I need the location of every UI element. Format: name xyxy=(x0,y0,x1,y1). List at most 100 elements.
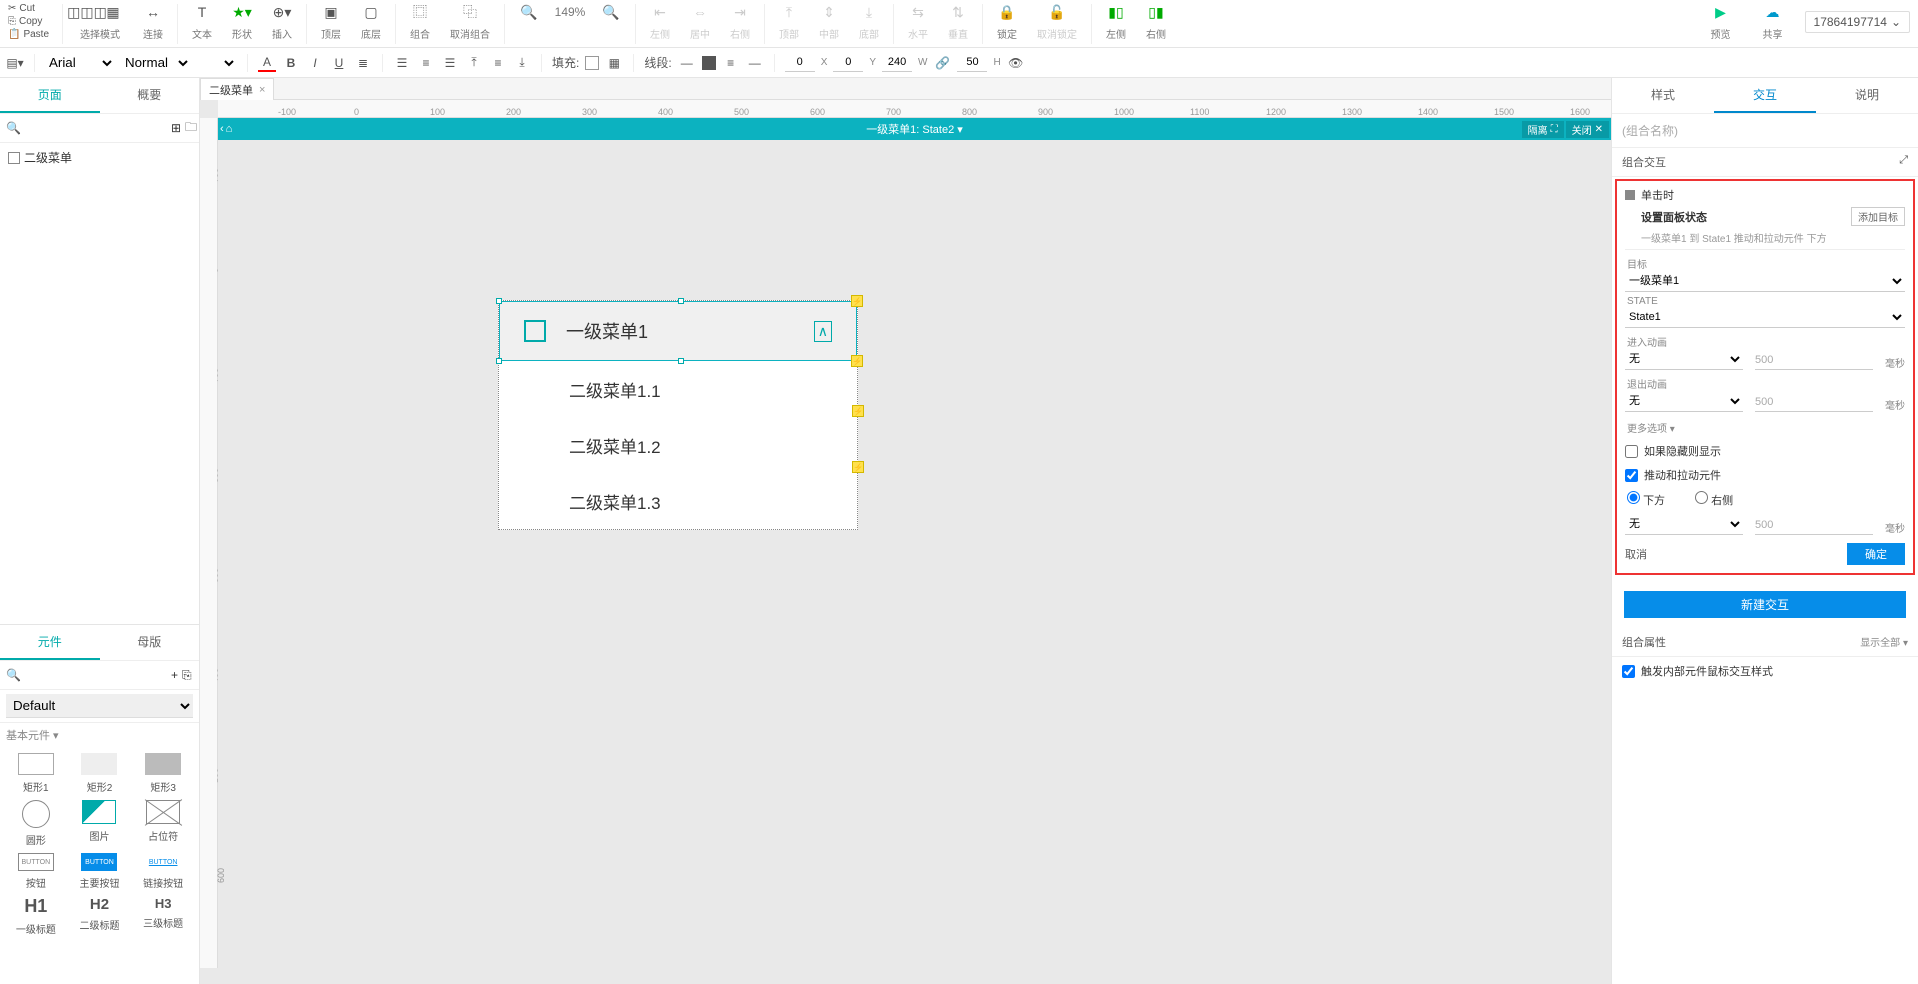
font-select[interactable]: Arial xyxy=(45,52,115,74)
close-dp-button[interactable]: 关闭 ✕ xyxy=(1566,121,1609,138)
push-ms-input[interactable] xyxy=(1755,516,1873,535)
add-lib-icon[interactable]: + xyxy=(171,666,178,684)
close-tab-icon[interactable]: × xyxy=(259,84,265,96)
zoom-value[interactable]: 149% xyxy=(545,5,595,19)
ok-button[interactable]: 确定 xyxy=(1847,543,1905,565)
bullet-icon[interactable]: ≣ xyxy=(354,54,372,72)
add-target-button[interactable]: 添加目标 xyxy=(1851,207,1905,226)
lock-icon[interactable]: 🔒 xyxy=(997,2,1017,22)
widget-ph[interactable]: 占位符 xyxy=(133,800,193,847)
line-width-icon[interactable]: ≡ xyxy=(722,54,740,72)
widget-btnP[interactable]: BUTTON主要按钮 xyxy=(70,853,130,890)
widget-img[interactable]: 图片 xyxy=(70,800,130,847)
widget-circle[interactable]: 圆形 xyxy=(6,800,66,847)
dp-title[interactable]: 一级菜单1: State2 ▾ xyxy=(866,121,963,137)
widget-h1[interactable]: H1一级标题 xyxy=(6,896,66,936)
page-surface[interactable]: 一级菜单1 ∧ ⚡ ⚡ 二级菜单1.1 二级菜单1.2⚡ 二级菜单1.3⚡ xyxy=(218,140,1611,800)
event-header[interactable]: 单击时 xyxy=(1625,187,1905,203)
tab-notes[interactable]: 说明 xyxy=(1816,78,1918,113)
more-options-toggle[interactable]: 更多选项 ▾ xyxy=(1627,420,1905,435)
select-intersect-icon[interactable]: ▦ xyxy=(103,2,123,22)
paint-format-icon[interactable]: ▤▾ xyxy=(6,54,24,72)
align-center-text-icon[interactable]: ≡ xyxy=(417,54,435,72)
tab-outline[interactable]: 概要 xyxy=(100,78,200,113)
align-left-text-icon[interactable]: ☰ xyxy=(393,54,411,72)
trigger-mouse-checkbox[interactable] xyxy=(1622,665,1635,678)
document-tab[interactable]: 二级菜单 × xyxy=(200,78,274,100)
italic-icon[interactable]: I xyxy=(306,54,324,72)
visibility-icon[interactable]: 👁 xyxy=(1007,54,1025,72)
tab-widgets[interactable]: 元件 xyxy=(0,625,100,660)
lib-settings-icon[interactable]: ⎘ xyxy=(182,666,192,684)
underline-icon[interactable]: U xyxy=(330,54,348,72)
widget-rect[interactable]: 矩形1 xyxy=(6,753,66,794)
fill-color-swatch[interactable] xyxy=(585,56,599,70)
widget-h2[interactable]: H2二级标题 xyxy=(70,896,130,936)
share-icon[interactable]: ☁ xyxy=(1763,2,1783,22)
show-if-hidden-checkbox[interactable] xyxy=(1625,445,1638,458)
tab-masters[interactable]: 母版 xyxy=(100,625,200,660)
tree-item[interactable]: 二级菜单 xyxy=(4,147,195,168)
anim-out-select[interactable]: 无 xyxy=(1625,391,1743,412)
style-select[interactable]: Normal xyxy=(121,52,191,74)
widget-btnL[interactable]: BUTTON链接按钮 xyxy=(133,853,193,890)
dir-below-radio[interactable]: 下方 xyxy=(1627,491,1665,508)
fill-more-icon[interactable]: ▦ xyxy=(605,54,623,72)
collapse-icon[interactable]: ∧ xyxy=(814,321,832,342)
zoom-in-icon[interactable]: 🔍 xyxy=(601,2,621,22)
dp-prev-icon[interactable]: ‹ xyxy=(220,123,224,135)
library-select[interactable]: Default xyxy=(6,694,193,718)
bold-icon[interactable]: B xyxy=(282,54,300,72)
select-mode-icon[interactable]: ◫◫◫ xyxy=(77,2,97,22)
line-color-icon[interactable] xyxy=(702,56,716,70)
push-anim-select[interactable]: 无 xyxy=(1625,514,1743,535)
submenu-item[interactable]: 二级菜单1.3⚡ xyxy=(499,473,857,529)
widgets-search-input[interactable] xyxy=(25,665,167,685)
cancel-button[interactable]: 取消 xyxy=(1625,546,1647,562)
line-cap2-icon[interactable]: — xyxy=(746,54,764,72)
rightpane-icon[interactable]: ▯▮ xyxy=(1146,2,1166,22)
interaction-bolt-icon[interactable]: ⚡ xyxy=(851,355,863,367)
target-select[interactable]: 一级菜单1 xyxy=(1625,271,1905,292)
anim-in-select[interactable]: 无 xyxy=(1625,349,1743,370)
account-dropdown[interactable]: 17864197714⌄ xyxy=(1805,11,1910,33)
push-pull-checkbox[interactable] xyxy=(1625,469,1638,482)
ungroup-icon[interactable]: ⿻ xyxy=(460,2,480,22)
shape-icon[interactable]: ★▾ xyxy=(232,2,252,22)
add-page-icon[interactable]: ⊞ xyxy=(171,119,181,137)
widget-rectd[interactable]: 矩形3 xyxy=(133,753,193,794)
tab-style[interactable]: 样式 xyxy=(1612,78,1714,113)
x-input[interactable] xyxy=(785,54,815,72)
tab-pages[interactable]: 页面 xyxy=(0,78,100,113)
y-input[interactable] xyxy=(833,54,863,72)
leftpane-icon[interactable]: ▮▯ xyxy=(1106,2,1126,22)
group-icon[interactable]: ⿴ xyxy=(410,2,430,22)
new-interaction-button[interactable]: 新建交互 xyxy=(1624,591,1906,618)
anim-in-ms-input[interactable] xyxy=(1755,351,1873,370)
valign-top-icon[interactable]: ⤒ xyxy=(465,54,483,72)
copy-button[interactable]: ⎘ Copy xyxy=(8,15,58,28)
state-select[interactable]: State1 xyxy=(1625,307,1905,328)
widget-btn[interactable]: BUTTON按钮 xyxy=(6,853,66,890)
widget-h3[interactable]: H3三级标题 xyxy=(133,896,193,936)
interaction-bolt-icon[interactable]: ⚡ xyxy=(852,461,864,473)
send-back-icon[interactable]: ▢ xyxy=(361,2,381,22)
valign-mid-icon[interactable]: ≡ xyxy=(489,54,507,72)
size-select[interactable] xyxy=(197,52,237,74)
bring-front-icon[interactable]: ▣ xyxy=(321,2,341,22)
h-input[interactable] xyxy=(957,54,987,72)
event-toggle-icon[interactable] xyxy=(1625,190,1635,200)
interaction-bolt-icon[interactable]: ⚡ xyxy=(852,405,864,417)
paste-button[interactable]: 📋 Paste xyxy=(8,28,58,41)
zoom-out-icon[interactable]: 🔍 xyxy=(519,2,539,22)
dp-home-icon[interactable]: ⌂ xyxy=(226,123,233,135)
text-color-icon[interactable]: A xyxy=(258,54,276,72)
pages-search-input[interactable] xyxy=(25,118,167,138)
cut-button[interactable]: ✂ Cut xyxy=(8,2,58,15)
widget-rectf[interactable]: 矩形2 xyxy=(70,753,130,794)
anim-out-ms-input[interactable] xyxy=(1755,393,1873,412)
add-folder-icon[interactable]: 🗀 xyxy=(185,119,197,137)
menu-card[interactable]: 一级菜单1 ∧ ⚡ ⚡ 二级菜单1.1 二级菜单1.2⚡ 二级菜单1.3⚡ xyxy=(498,300,858,530)
submenu-item[interactable]: 二级菜单1.2⚡ xyxy=(499,417,857,473)
preview-icon[interactable]: ▶ xyxy=(1711,2,1731,22)
